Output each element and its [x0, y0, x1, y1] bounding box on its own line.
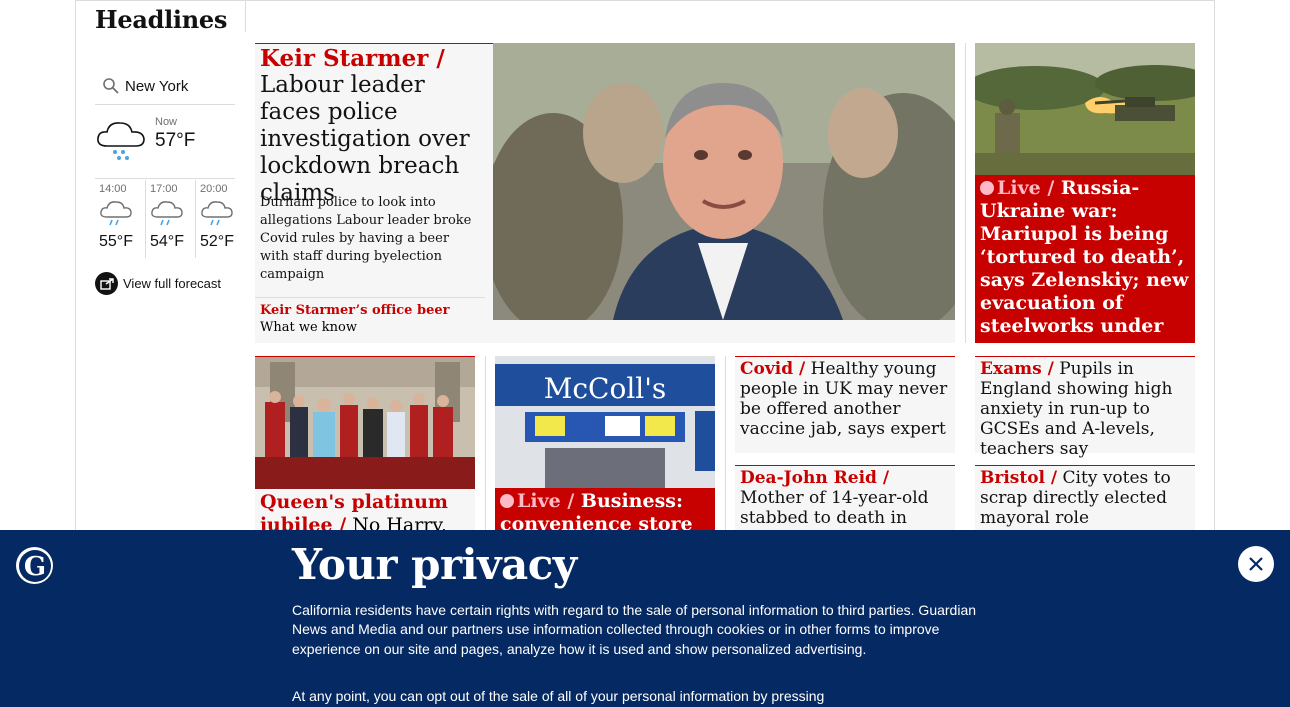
story-kicker: Covid / [740, 359, 806, 379]
rain-icon [200, 199, 245, 231]
view-forecast-link[interactable]: View full forecast [95, 272, 221, 295]
sleet-icon [95, 116, 147, 166]
live-story-card[interactable]: Live / Russia-Ukraine war: Mariupol is b… [975, 43, 1195, 360]
live-dot-icon [500, 494, 514, 508]
top-border [75, 0, 1215, 1]
forecast-item: 14:00 55°F [95, 180, 145, 258]
search-icon [97, 72, 125, 100]
weather-now-label: Now [155, 116, 178, 128]
rain-icon [150, 199, 195, 231]
column-divider [485, 356, 486, 536]
royal-balcony-image [255, 357, 475, 489]
forecast-time: 17:00 [150, 183, 178, 195]
shopfront-image: McColl's [495, 356, 715, 488]
story-kicker: Bristol / [980, 468, 1058, 488]
sublink-kicker: Keir Starmer’s office beer [260, 303, 450, 318]
live-story-headline[interactable]: Live / Russia-Ukraine war: Mariupol is b… [980, 177, 1192, 361]
live-headline-text: Russia-Ukraine war: Mariupol is being ‘t… [980, 177, 1189, 360]
lead-story-image[interactable] [493, 43, 955, 320]
story-card-exams[interactable]: Exams / Pupils in England showing high a… [975, 356, 1195, 459]
forecast-time: 20:00 [200, 183, 228, 195]
lead-sublink[interactable]: Keir Starmer’s office beer What we know [255, 297, 485, 340]
privacy-banner: G Your privacy California residents have… [0, 530, 1290, 707]
section-divider [245, 0, 246, 32]
business-live-card[interactable]: McColl's Live / Business: convenience st… [495, 356, 715, 536]
jubilee-story-card[interactable]: Queen's platinum jubilee / No Harry, [255, 356, 475, 536]
privacy-body-2: At any point, you can opt out of the sal… [292, 688, 825, 704]
live-dot-icon [980, 181, 994, 195]
weather-forecast: 14:00 55°F 17:00 54°F 20:00 52°F [95, 180, 245, 258]
live-kicker: Live / [997, 177, 1055, 199]
section-title: Headlines [95, 5, 228, 34]
guardian-logo-icon: G [16, 547, 53, 584]
svg-text:G: G [23, 552, 45, 582]
forecast-temp: 55°F [99, 233, 133, 250]
forecast-time: 14:00 [99, 183, 127, 195]
lead-headline[interactable]: Keir Starmer / Labour leader faces polic… [260, 46, 485, 207]
tank-image [975, 43, 1195, 175]
weather-location-search[interactable]: New York [95, 68, 235, 105]
privacy-body: California residents have certain rights… [292, 602, 977, 657]
rain-icon [99, 199, 145, 231]
lead-kicker: Keir Starmer / [260, 45, 445, 72]
sublink-text: What we know [260, 320, 357, 335]
column-divider [965, 43, 966, 343]
forecast-item: 17:00 54°F [145, 180, 195, 258]
column-divider [725, 356, 726, 536]
forecast-temp: 52°F [200, 233, 234, 250]
story-kicker: Exams / [980, 359, 1054, 379]
weather-now: Now 57°F [95, 113, 235, 179]
story-card-covid[interactable]: Covid / Healthy young people in UK may n… [735, 356, 955, 453]
weather-city: New York [125, 77, 189, 95]
external-link-icon [95, 272, 118, 295]
live-kicker: Live / [517, 490, 575, 512]
privacy-title: Your privacy [292, 540, 577, 589]
forecast-item: 20:00 52°F [195, 180, 245, 258]
shop-sign-text: McColl's [544, 372, 667, 405]
story-kicker: Dea-John Reid / [740, 468, 890, 488]
lead-standfirst: Durham police to look into allegations L… [260, 195, 472, 282]
privacy-close-button[interactable] [1238, 546, 1274, 582]
story-card-dea-john-reid[interactable]: Dea-John Reid / Mother of 14-year-old st… [735, 465, 955, 548]
weather-now-temp: 57°F [155, 130, 196, 151]
view-forecast-label: View full forecast [123, 276, 222, 291]
lead-headline-text: Labour leader faces police investigation… [260, 72, 470, 206]
close-icon [1249, 557, 1263, 571]
forecast-temp: 54°F [150, 233, 184, 250]
story-card-bristol[interactable]: Bristol / City votes to scrap directly e… [975, 465, 1195, 535]
